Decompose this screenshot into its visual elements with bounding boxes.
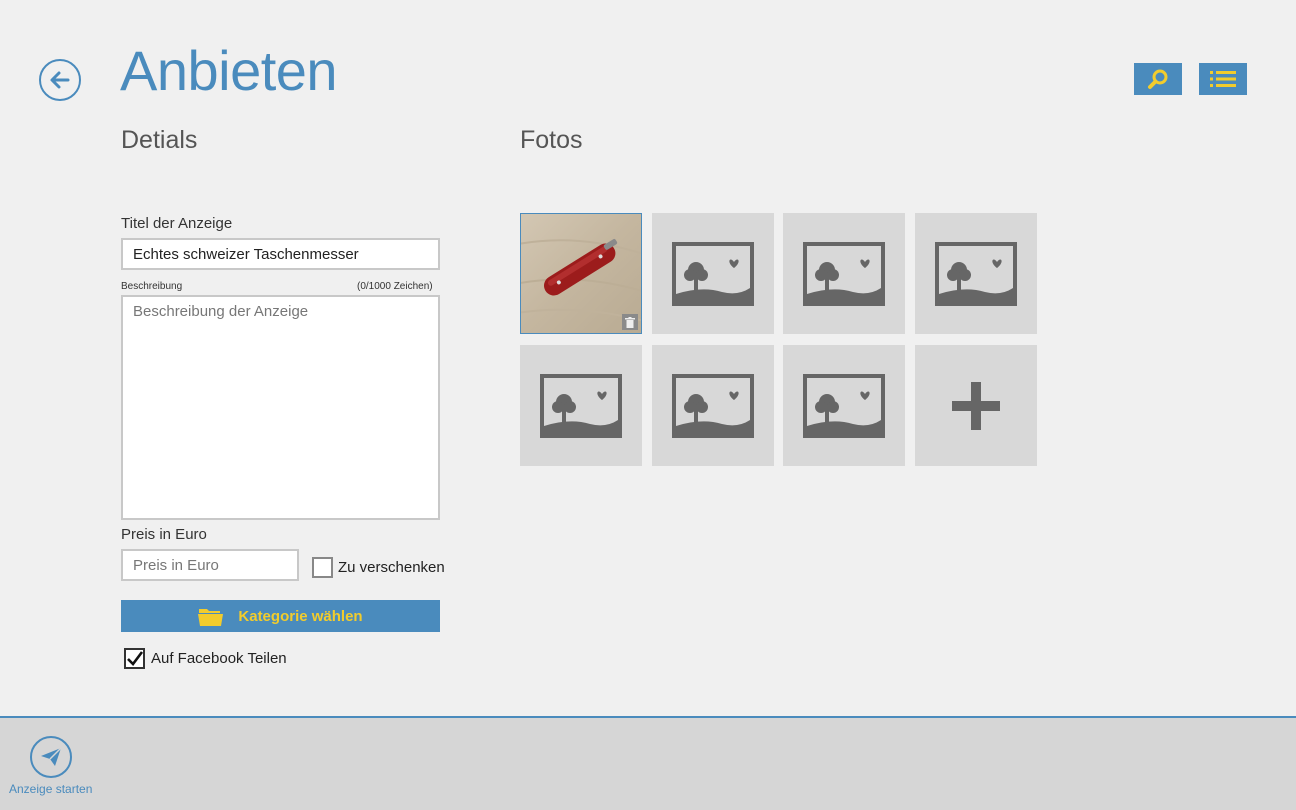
price-input[interactable]: Preis in Euro [121,549,299,581]
back-button[interactable] [39,59,81,101]
title-label: Titel der Anzeige [121,215,233,232]
photo-placeholder-tile[interactable] [652,345,774,466]
photo-placeholder-tile[interactable] [520,345,642,466]
giveaway-label: Zu verschenken [338,559,445,576]
send-icon [41,747,62,766]
description-label: Beschreibung [121,281,183,292]
title-input-value: Echtes schweizer Taschenmesser [133,245,359,263]
category-button[interactable]: Kategorie wählen [121,600,440,632]
photo-placeholder-tile[interactable] [783,213,905,334]
image-placeholder-icon [935,241,1017,306]
plus-icon [952,381,1000,430]
photo-placeholder-tile[interactable] [652,213,774,334]
price-label: Preis in Euro [121,526,207,543]
checkmark-icon [127,651,144,666]
image-placeholder-icon [803,373,885,438]
search-icon [1148,69,1168,89]
arrow-left-icon [50,71,70,89]
description-placeholder: Beschreibung der Anzeige [133,303,309,320]
list-button[interactable] [1199,63,1247,95]
price-placeholder: Preis in Euro [133,556,219,574]
category-button-label: Kategorie wählen [238,607,363,625]
photo-tile[interactable] [520,213,642,334]
search-button[interactable] [1134,63,1182,95]
start-ad-label: Anzeige starten [9,782,93,796]
page-title: Anbieten [120,39,338,102]
giveaway-checkbox[interactable] [312,557,333,578]
image-placeholder-icon [540,373,622,438]
image-placeholder-icon [672,373,754,438]
image-placeholder-icon [803,241,885,306]
description-textarea[interactable]: Beschreibung der Anzeige [121,295,440,520]
folder-icon [198,609,224,626]
add-photo-tile[interactable] [915,345,1037,466]
trash-icon [625,316,635,328]
photo-placeholder-tile[interactable] [783,345,905,466]
facebook-label: Auf Facebook Teilen [151,650,287,667]
title-input[interactable]: Echtes schweizer Taschenmesser [121,238,440,270]
fotos-heading: Fotos [520,126,583,154]
start-ad-button[interactable] [30,736,72,778]
description-counter: (0/1000 Zeichen) [357,281,433,292]
app-bar: Anzeige starten [0,716,1296,810]
details-heading: Detials [121,126,198,154]
image-placeholder-icon [672,241,754,306]
delete-photo-button[interactable] [622,314,638,330]
list-icon [1210,71,1236,87]
facebook-checkbox[interactable] [124,648,145,669]
photo-placeholder-tile[interactable] [915,213,1037,334]
